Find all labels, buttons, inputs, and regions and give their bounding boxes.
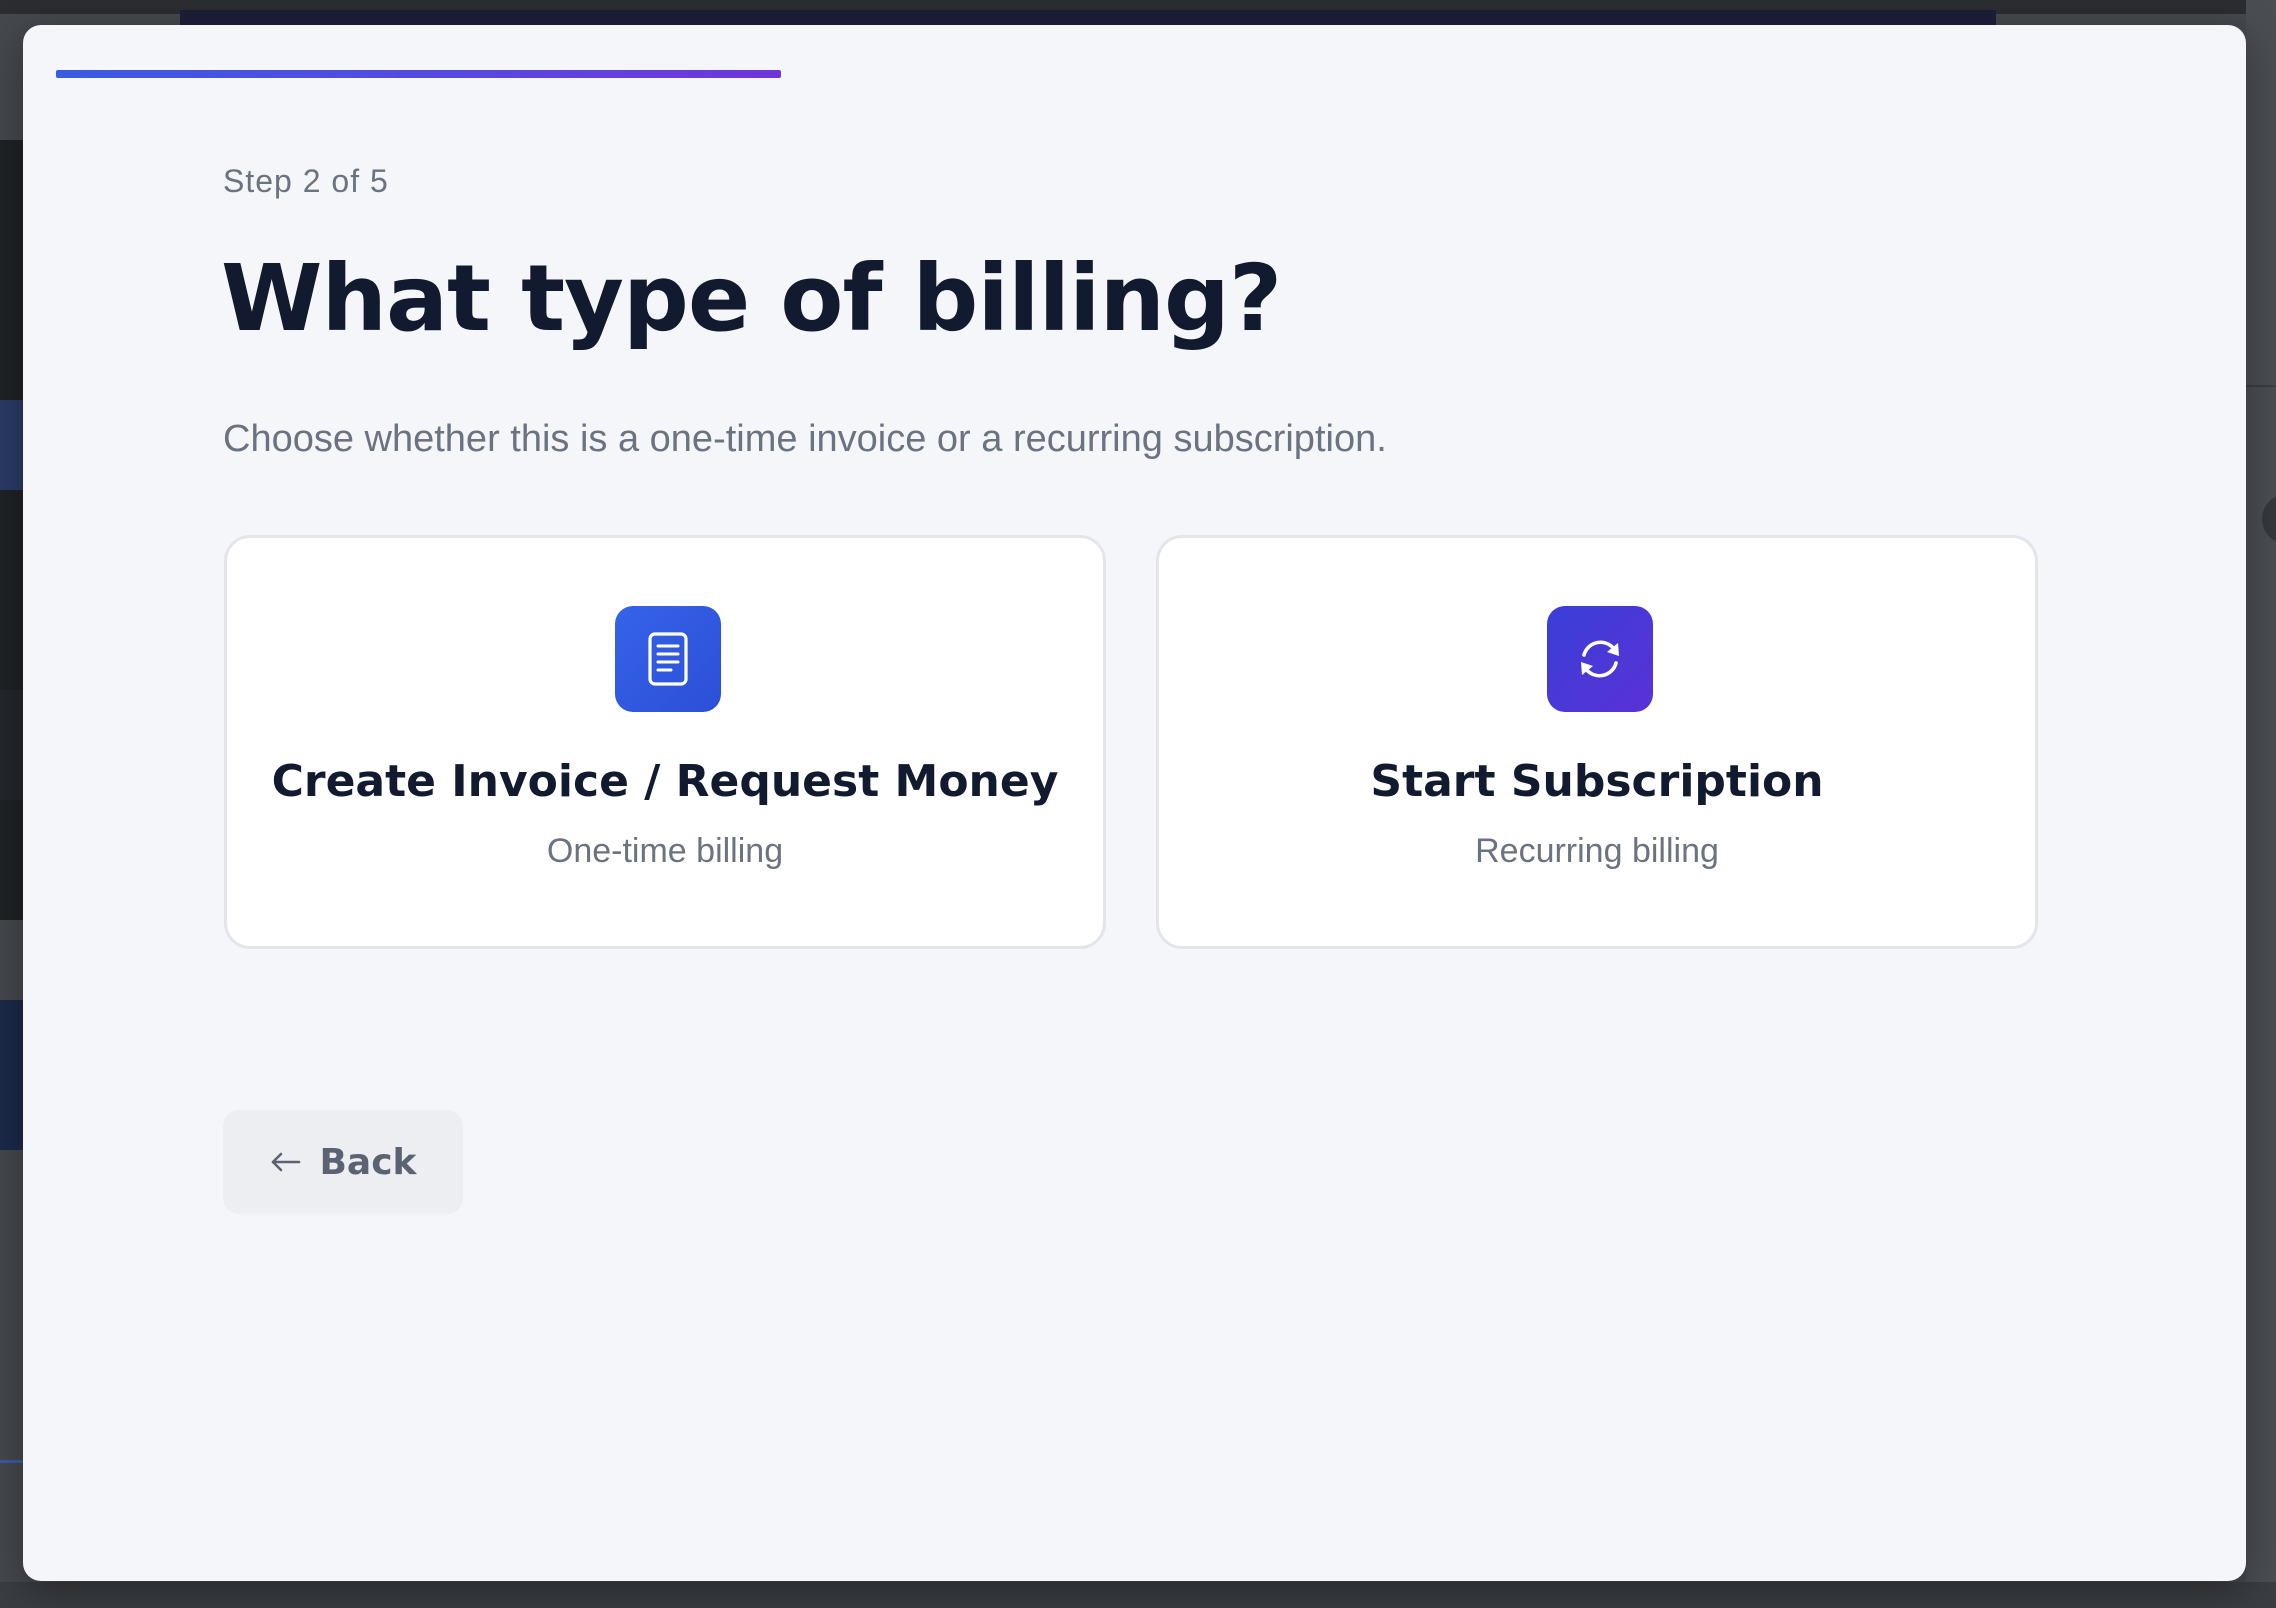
background-divider bbox=[0, 1460, 24, 1463]
option-card-subscription[interactable]: Start Subscription Recurring billing bbox=[1156, 535, 2038, 949]
step-indicator: Step 2 of 5 bbox=[223, 163, 389, 199]
background-right-panel bbox=[2246, 0, 2276, 1608]
background-left-block bbox=[0, 400, 24, 490]
background-left-block bbox=[0, 690, 24, 800]
option-card-invoice[interactable]: Create Invoice / Request Money One-time … bbox=[224, 535, 1106, 949]
background-left-panel bbox=[0, 140, 24, 920]
background-left-block bbox=[0, 1000, 24, 1150]
option-subtitle: One-time billing bbox=[546, 832, 784, 870]
billing-type-modal: Step 2 of 5 What type of billing? Choose… bbox=[23, 25, 2246, 1581]
page-subtitle: Choose whether this is a one-time invoic… bbox=[223, 418, 1387, 460]
page-title: What type of billing? bbox=[221, 245, 1282, 352]
option-title: Start Subscription bbox=[1370, 756, 1824, 807]
background-topbar-accent bbox=[180, 10, 1996, 26]
arrow-left-icon bbox=[269, 1150, 301, 1174]
background-divider bbox=[2246, 385, 2276, 387]
refresh-icon bbox=[1547, 606, 1653, 712]
back-button-label: Back bbox=[319, 1141, 417, 1183]
option-subtitle: Recurring billing bbox=[1475, 832, 1719, 870]
document-icon bbox=[615, 606, 721, 712]
wizard-progress-bar bbox=[56, 70, 2216, 78]
wizard-progress-fill bbox=[56, 70, 781, 78]
back-button[interactable]: Back bbox=[223, 1110, 463, 1214]
option-title: Create Invoice / Request Money bbox=[271, 756, 1059, 807]
background-footer bbox=[0, 1582, 2276, 1608]
